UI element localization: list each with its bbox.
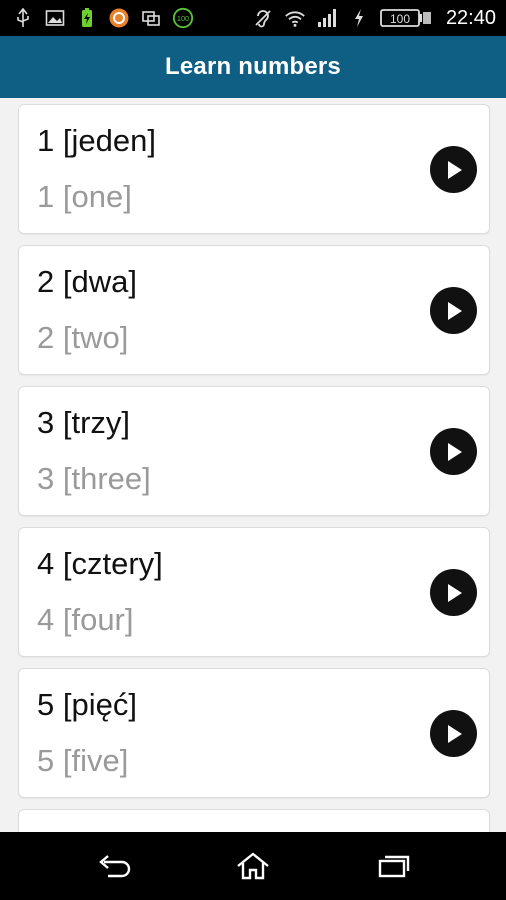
page-title: Learn numbers xyxy=(165,53,341,80)
home-icon xyxy=(237,852,269,880)
app-bar: Learn numbers xyxy=(0,36,506,98)
percent-100-icon: 100 xyxy=(172,7,194,29)
back-button[interactable] xyxy=(94,848,134,884)
usb-icon xyxy=(12,7,34,29)
charging-icon xyxy=(348,7,370,29)
play-icon xyxy=(447,442,462,461)
list-item[interactable] xyxy=(18,809,490,832)
recents-button[interactable] xyxy=(374,848,414,884)
wifi-icon xyxy=(284,7,306,29)
play-button[interactable] xyxy=(430,146,477,193)
battery-level: 100 xyxy=(390,12,410,26)
native-word: 1 [jeden] xyxy=(37,123,156,158)
list-item[interactable]: 3 [trzy] 3 [three] xyxy=(18,386,490,516)
recents-icon xyxy=(378,855,410,878)
status-time: 22:40 xyxy=(445,6,496,29)
native-word: 3 [trzy] xyxy=(37,405,131,440)
play-icon xyxy=(447,583,462,602)
status-right-icons: 100 22:40 xyxy=(252,6,496,30)
play-icon xyxy=(447,724,462,743)
english-translation: 4 [four] xyxy=(37,602,134,637)
app-circle-icon xyxy=(108,7,130,29)
play-button[interactable] xyxy=(430,569,477,616)
battery-icon: 100 xyxy=(380,7,432,29)
image-icon xyxy=(44,7,66,29)
english-translation: 1 [one] xyxy=(37,179,132,214)
navigation-bar xyxy=(0,832,506,900)
signal-icon xyxy=(316,7,338,29)
list-item[interactable]: 2 [dwa] 2 [two] xyxy=(18,245,490,375)
native-word: 5 [pięć] xyxy=(37,687,137,722)
play-button[interactable] xyxy=(430,428,477,475)
english-translation: 3 [three] xyxy=(37,461,151,496)
list-item[interactable]: 4 [cztery] 4 [four] xyxy=(18,527,490,657)
back-icon xyxy=(99,855,131,878)
list-item[interactable]: 1 [jeden] 1 [one] xyxy=(18,104,490,234)
screen-mirror-icon xyxy=(140,7,162,29)
status-bar: 100 100 22:40 xyxy=(0,0,506,36)
play-icon xyxy=(447,160,462,179)
list-item[interactable]: 5 [pięć] 5 [five] xyxy=(18,668,490,798)
english-translation: 2 [two] xyxy=(37,320,129,355)
battery-saver-icon xyxy=(76,7,98,29)
numbers-list[interactable]: 1 [jeden] 1 [one] 2 [dwa] 2 [two] 3 [trz… xyxy=(0,98,506,832)
native-word: 2 [dwa] xyxy=(37,264,137,299)
status-left-icons: 100 xyxy=(12,6,194,30)
play-icon xyxy=(447,301,462,320)
english-translation: 5 [five] xyxy=(37,743,129,778)
home-button[interactable] xyxy=(233,848,273,884)
native-word: 4 [cztery] xyxy=(37,546,163,581)
hearing-aid-icon xyxy=(252,7,274,29)
svg-text:100: 100 xyxy=(177,14,189,23)
play-button[interactable] xyxy=(430,287,477,334)
play-button[interactable] xyxy=(430,710,477,757)
